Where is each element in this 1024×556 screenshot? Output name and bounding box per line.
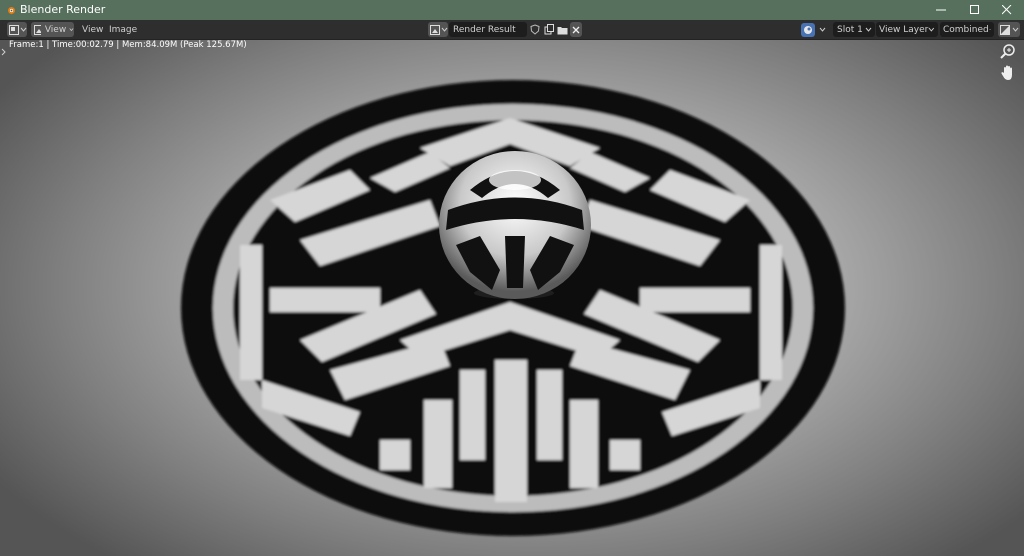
image-browse-dropdown[interactable]: [428, 22, 448, 37]
image-name-field[interactable]: Render Result: [449, 22, 527, 37]
close-window-button[interactable]: [990, 0, 1024, 20]
slot-dropdown[interactable]: Slot 1: [833, 22, 875, 37]
render-info: Frame:1 | Time:00:02.79 | Mem:84.09M (Pe…: [9, 40, 247, 50]
menu-image[interactable]: Image: [109, 22, 137, 37]
folder-icon: [557, 26, 568, 34]
display-channels-dropdown[interactable]: [998, 22, 1020, 37]
chrome-sphere: [439, 151, 591, 299]
blender-logo-icon: [8, 7, 15, 14]
chevron-down-icon: [819, 27, 826, 32]
image-name: Render Result: [453, 24, 516, 35]
render-icon: [801, 22, 815, 37]
view-mode-dropdown[interactable]: View: [31, 22, 74, 37]
editor-type-dropdown[interactable]: [7, 22, 27, 37]
view-layer-dropdown[interactable]: View Layer: [876, 22, 938, 37]
close-icon: [572, 26, 580, 33]
view-mode-label: View: [44, 24, 67, 35]
chevron-down-icon: [20, 27, 27, 32]
view-mode-icon: [34, 24, 41, 35]
unlink-image-button[interactable]: [570, 22, 582, 37]
render-image: [181, 80, 845, 536]
minimize-button[interactable]: [924, 0, 958, 20]
chevron-down-icon: [1012, 27, 1019, 32]
zoom-icon: [1000, 44, 1015, 59]
chevron-down-icon: [865, 27, 872, 32]
new-image-button[interactable]: [544, 22, 555, 37]
image-icon: [430, 24, 440, 35]
image-editor-header: View View Image Render Result Slot 1 Vie…: [0, 20, 1024, 40]
emblem-disc: [181, 80, 845, 536]
open-image-button[interactable]: [557, 22, 568, 37]
image-editor-icon: [9, 24, 19, 35]
window-title: Blender Render: [20, 3, 106, 16]
render-engine-dropdown[interactable]: [801, 22, 829, 37]
maximize-button[interactable]: [958, 0, 992, 20]
sidebar-expand-icon[interactable]: [1, 48, 7, 56]
maximize-icon: [970, 5, 979, 14]
chevron-down-icon: [988, 28, 991, 31]
duplicate-icon: [544, 24, 554, 35]
menu-view[interactable]: View: [82, 22, 103, 37]
chevron-down-icon: [441, 27, 448, 32]
minimize-icon: [936, 9, 946, 11]
window-titlebar: Blender Render: [0, 0, 1024, 20]
display-channels-icon: [1000, 24, 1010, 35]
zoom-button[interactable]: [999, 43, 1017, 61]
pan-hand-icon: [1001, 65, 1012, 80]
shield-icon: [530, 24, 540, 35]
chevron-down-icon: [928, 27, 935, 32]
view-layer-label: View Layer: [879, 24, 929, 35]
render-pass-label: Combined: [943, 24, 989, 35]
chevron-down-icon: [69, 28, 74, 32]
render-viewport[interactable]: [0, 40, 1024, 556]
render-pass-dropdown[interactable]: Combined: [940, 22, 994, 37]
slot-label: Slot 1: [837, 24, 863, 35]
pan-button[interactable]: [999, 64, 1017, 82]
fake-user-button[interactable]: [530, 22, 541, 37]
close-icon: [1002, 5, 1012, 15]
